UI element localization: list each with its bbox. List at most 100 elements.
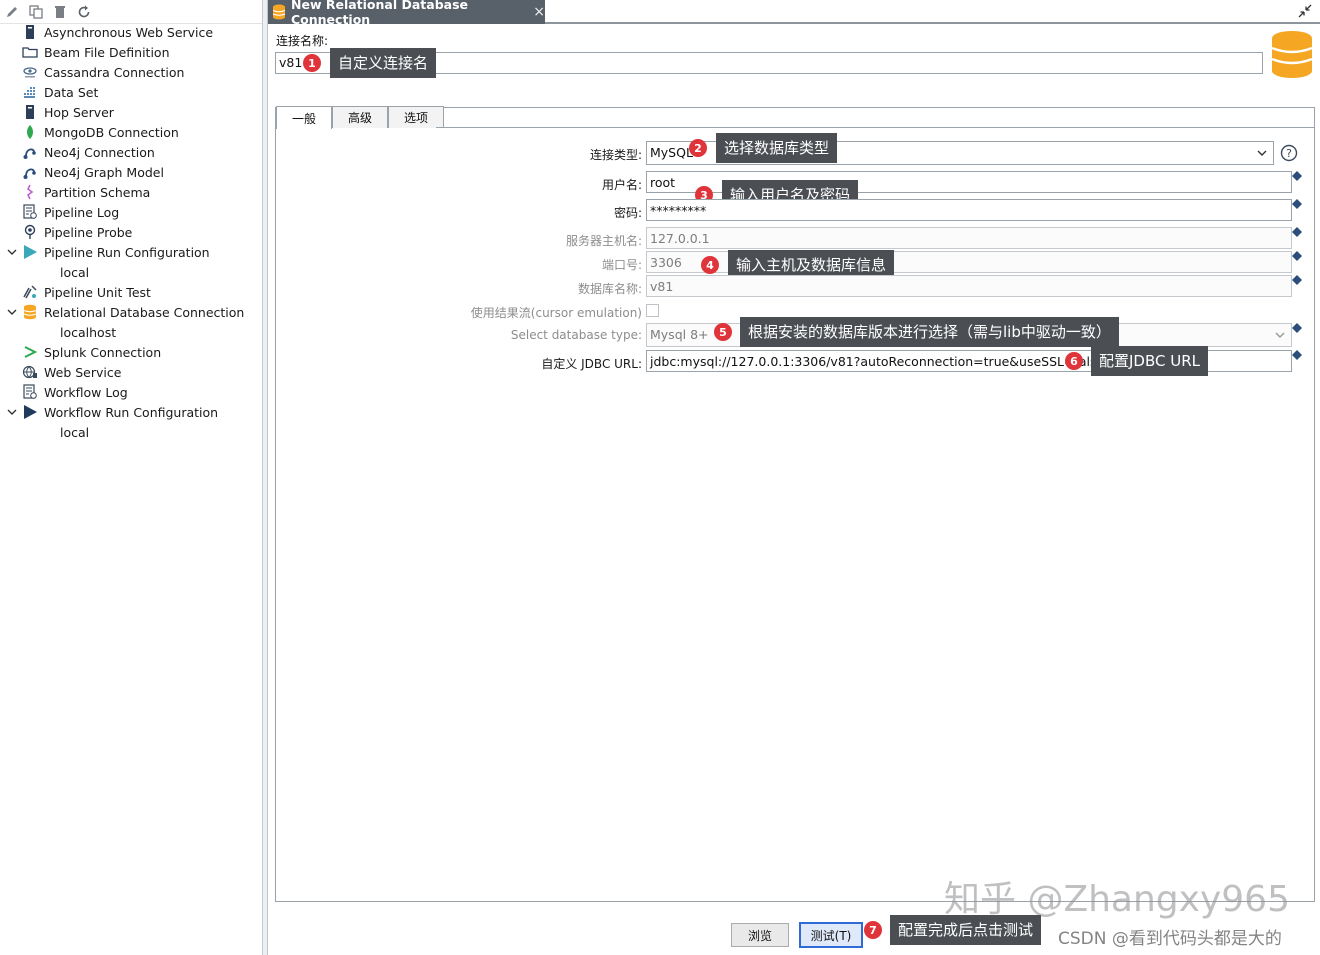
- neo4j-icon: [22, 164, 38, 180]
- step-badge-5: 5: [714, 323, 732, 341]
- tree-item-pipeline-probe[interactable]: Pipeline Probe: [0, 222, 262, 242]
- connection-type-value: MySQL: [650, 145, 693, 160]
- tree-item-beam-file-definition[interactable]: Beam File Definition: [0, 42, 262, 62]
- step-badge-7: 7: [864, 921, 882, 939]
- tree-item-asynchronous-web-service[interactable]: Asynchronous Web Service: [0, 22, 262, 42]
- tree-item-label: Workflow Run Configuration: [44, 404, 219, 420]
- tree-item-neo4j-connection[interactable]: Neo4j Connection: [0, 142, 262, 162]
- variable-icon[interactable]: [1292, 199, 1302, 209]
- connection-name-label: 连接名称:: [276, 34, 329, 48]
- database-icon: [1270, 30, 1314, 80]
- explorer-toolbar: [0, 0, 262, 24]
- tree-item-data-set[interactable]: Data Set: [0, 82, 262, 102]
- tab-title: New Relational Database Connection: [291, 0, 469, 27]
- tree-item-label: Partition Schema: [44, 184, 151, 200]
- tree-item-mongodb-connection[interactable]: MongoDB Connection: [0, 122, 262, 142]
- tree-item-hop-server[interactable]: Hop Server: [0, 102, 262, 122]
- host-input[interactable]: 127.0.0.1: [646, 227, 1292, 249]
- tree-item-label: Data Set: [44, 84, 99, 100]
- step-badge-6: 6: [1065, 352, 1083, 370]
- tree-item-label: Workflow Log: [44, 384, 128, 400]
- test-button[interactable]: 测试(T): [799, 922, 863, 948]
- tree-item-pipeline-unit-test[interactable]: Pipeline Unit Test: [0, 282, 262, 302]
- delete-icon[interactable]: [52, 4, 68, 20]
- log-icon: [22, 204, 38, 220]
- editor-tabbar: New Relational Database Connection ×: [268, 0, 1320, 27]
- tree-item-label: Neo4j Graph Model: [44, 164, 164, 180]
- tree-item-cassandra-connection[interactable]: Cassandra Connection: [0, 62, 262, 82]
- run-icon: [22, 244, 38, 260]
- tree-item-web-service[interactable]: Web Service: [0, 362, 262, 382]
- chevron-down-icon[interactable]: [6, 246, 18, 258]
- cursor-emulation-checkbox[interactable]: [646, 304, 659, 317]
- tree-item-label: MongoDB Connection: [44, 124, 179, 140]
- metadata-tree: Asynchronous Web Service Beam File Defini…: [0, 22, 262, 442]
- tree-item-localhost-child[interactable]: localhost: [0, 322, 262, 342]
- test-icon: [22, 284, 38, 300]
- metadata-explorer-panel: Asynchronous Web Service Beam File Defini…: [0, 0, 263, 955]
- tree-item-workflow-run-configuration[interactable]: Workflow Run Configuration: [0, 402, 262, 422]
- settings-tabs: 一般 高级 选项: [276, 106, 444, 129]
- folder-icon: [22, 44, 38, 60]
- chevron-down-icon[interactable]: [6, 406, 18, 418]
- callout-6: 配置JDBC URL: [1091, 346, 1209, 376]
- tab-general[interactable]: 一般: [276, 106, 332, 129]
- splunk-icon: [22, 344, 38, 360]
- tree-item-label: Cassandra Connection: [44, 64, 185, 80]
- variable-icon[interactable]: [1292, 251, 1302, 261]
- database-name-input[interactable]: v81: [646, 275, 1292, 297]
- duplicate-icon[interactable]: [28, 4, 44, 20]
- callout-5: 根据安装的数据库版本进行选择（需与lib中驱动一致）: [740, 317, 1119, 347]
- variable-icon[interactable]: [1292, 171, 1302, 181]
- server-icon: [22, 104, 38, 120]
- restore-icon[interactable]: [1298, 4, 1314, 20]
- chevron-down-icon[interactable]: [6, 306, 18, 318]
- tree-item-label: localhost: [60, 324, 117, 340]
- callout-1: 自定义连接名: [330, 48, 437, 78]
- variable-icon[interactable]: [1292, 227, 1302, 237]
- step-badge-4: 4: [701, 256, 719, 274]
- cursor-emulation-label: 使用结果流(cursor emulation): [470, 306, 642, 320]
- close-icon[interactable]: ×: [533, 4, 545, 20]
- tab-divider: [436, 127, 1315, 128]
- neo4j-icon: [22, 144, 38, 160]
- tree-item-workflow-log[interactable]: Workflow Log: [0, 382, 262, 402]
- tree-item-label: Web Service: [44, 364, 122, 380]
- tree-item-label: Beam File Definition: [44, 44, 170, 60]
- variable-icon[interactable]: [1292, 350, 1302, 360]
- connection-type-label: 连接类型:: [589, 148, 642, 162]
- tree-item-label: Pipeline Log: [44, 204, 120, 220]
- host-label: 服务器主机名:: [565, 234, 642, 248]
- tab-new-relational-database-connection[interactable]: New Relational Database Connection ×: [268, 0, 545, 27]
- tab-options[interactable]: 选项: [388, 106, 444, 128]
- pencil-icon[interactable]: [4, 4, 20, 20]
- tree-item-label: Hop Server: [44, 104, 114, 120]
- browse-button[interactable]: 浏览: [731, 923, 789, 947]
- port-label: 端口号:: [601, 258, 642, 272]
- tree-item-local-child[interactable]: local: [0, 422, 262, 442]
- jdbc-url-label: 自定义 JDBC URL:: [541, 357, 642, 371]
- variable-icon[interactable]: [1292, 323, 1302, 333]
- tree-item-label: local: [60, 424, 90, 440]
- variable-icon[interactable]: [1292, 275, 1302, 285]
- chevron-down-icon: [1257, 150, 1267, 156]
- tree-item-label: Relational Database Connection: [44, 304, 245, 320]
- chevron-down-icon: [1275, 332, 1285, 338]
- tree-item-local-child[interactable]: local: [0, 262, 262, 282]
- password-input[interactable]: *********: [646, 199, 1292, 221]
- tree-item-pipeline-log[interactable]: Pipeline Log: [0, 202, 262, 222]
- mongodb-leaf-icon: [22, 124, 38, 140]
- tree-item-partition-schema[interactable]: Partition Schema: [0, 182, 262, 202]
- tree-item-pipeline-run-configuration[interactable]: Pipeline Run Configuration: [0, 242, 262, 262]
- database-icon: [22, 304, 38, 320]
- tree-item-label: Asynchronous Web Service: [44, 24, 214, 40]
- probe-icon: [22, 224, 38, 240]
- refresh-icon[interactable]: [76, 4, 92, 20]
- log-icon: [22, 384, 38, 400]
- tab-advanced[interactable]: 高级: [332, 106, 388, 128]
- database-icon: [272, 4, 286, 20]
- tree-item-neo4j-graph-model[interactable]: Neo4j Graph Model: [0, 162, 262, 182]
- help-icon[interactable]: ?: [1280, 144, 1298, 162]
- tree-item-relational-database-connection[interactable]: Relational Database Connection: [0, 302, 262, 322]
- tree-item-splunk-connection[interactable]: Splunk Connection: [0, 342, 262, 362]
